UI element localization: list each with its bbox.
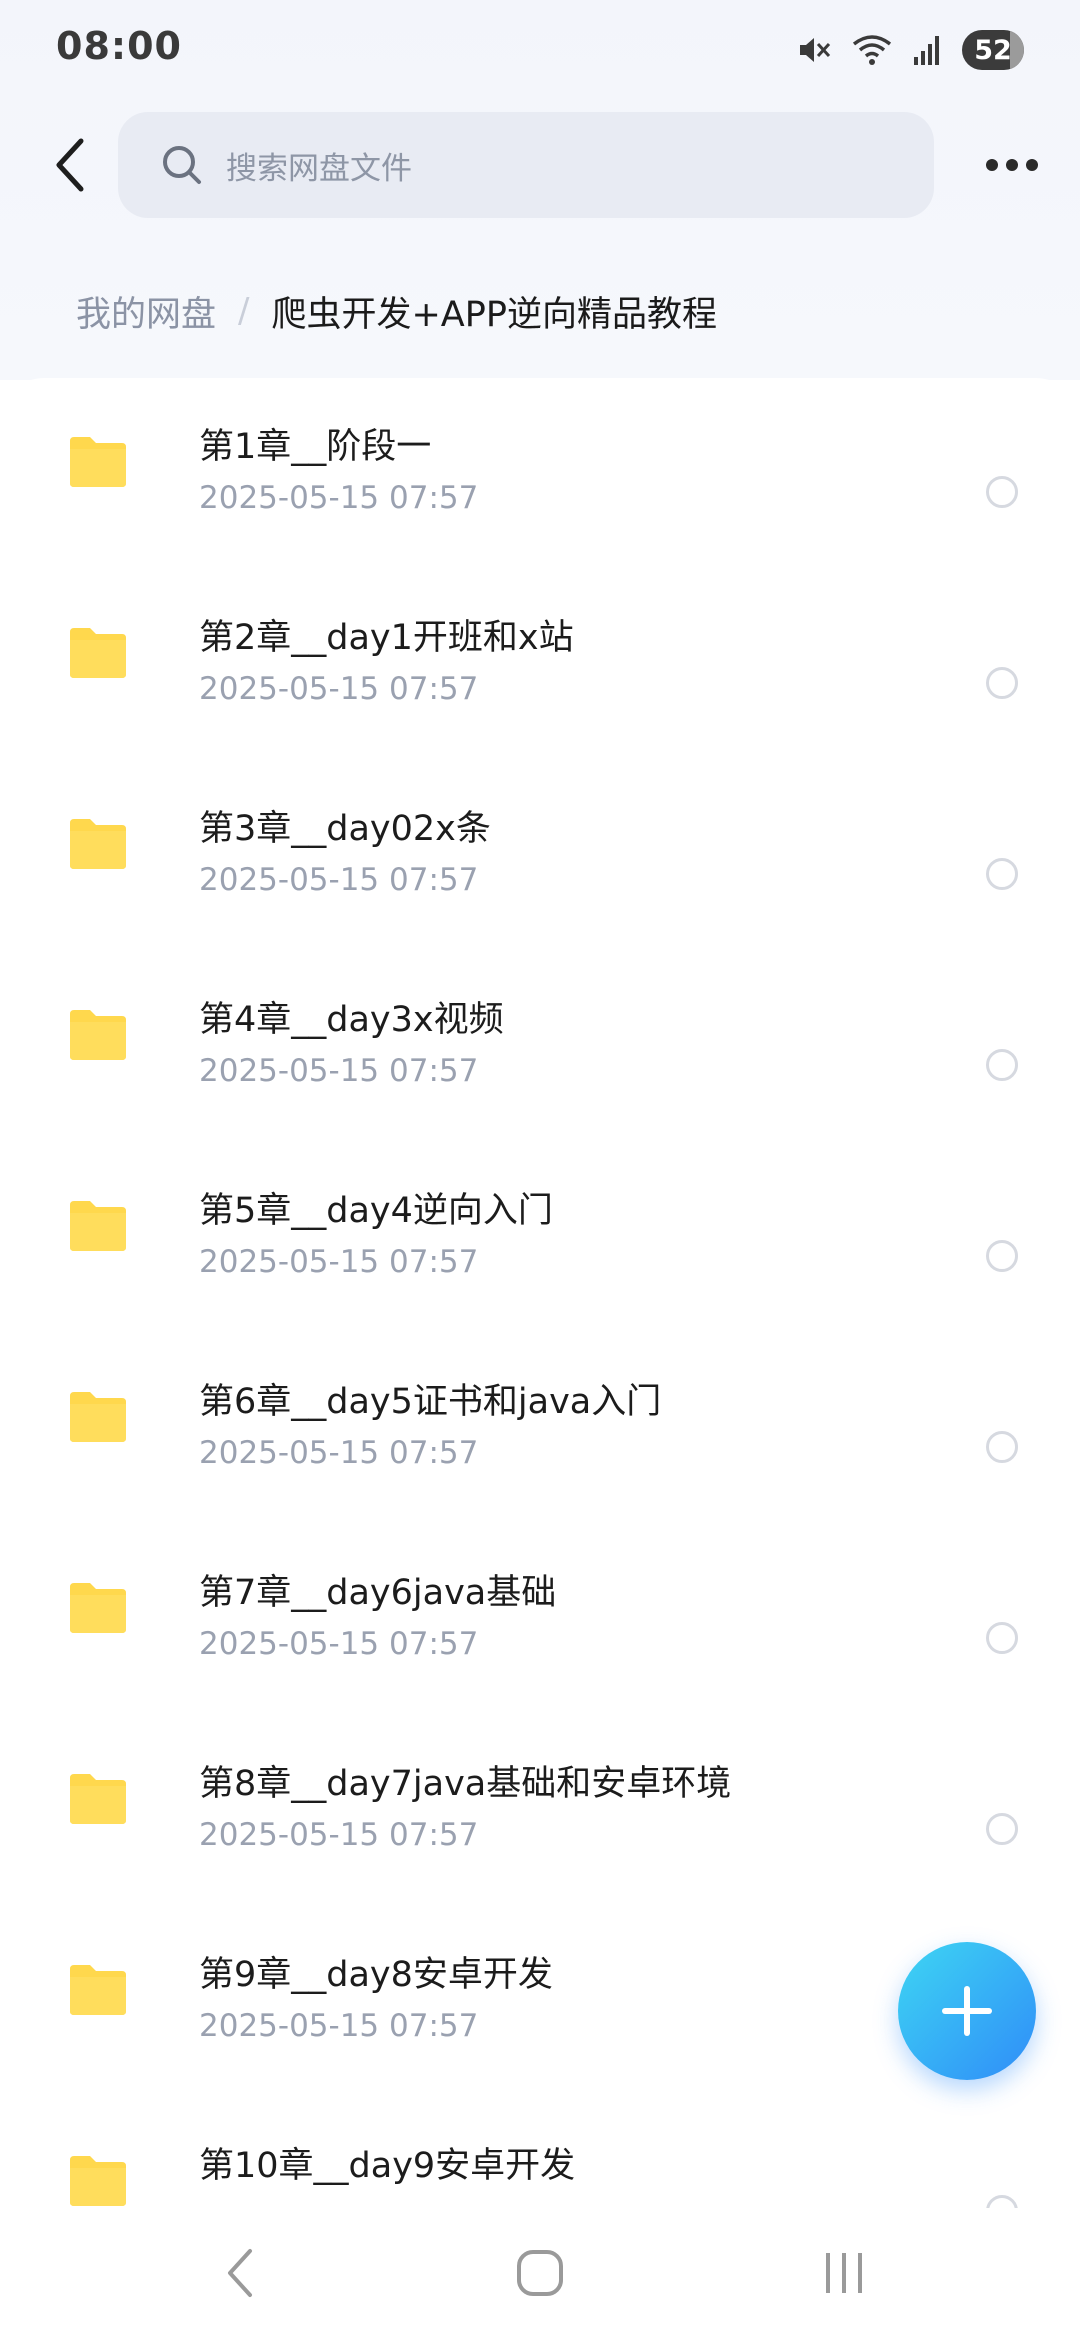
back-button[interactable] [36,130,106,200]
file-name: 第4章__day3x视频 [199,1000,504,1040]
breadcrumb-root[interactable]: 我的网盘 [76,286,216,337]
select-checkbox[interactable] [986,1240,1018,1272]
folder-icon [70,2156,126,2206]
list-item[interactable]: 第7章__day6java基础 2025-05-15 07:57 [0,1524,1080,1715]
list-item[interactable]: 第8章__day7java基础和安卓环境 2025-05-15 07:57 [0,1715,1080,1906]
mute-icon [800,38,831,62]
list-item[interactable]: 第1章__阶段一 2025-05-15 07:57 [0,378,1080,569]
file-time: 2025-05-15 07:57 [199,862,479,898]
list-item[interactable]: 第4章__day3x视频 2025-05-15 07:57 [0,951,1080,1142]
file-name: 第10章__day9安卓开发 [199,2146,576,2186]
folder-icon [70,1201,126,1251]
more-options-button[interactable] [972,130,1052,200]
list-item[interactable]: 第6章__day5证书和java入门 2025-05-15 07:57 [0,1333,1080,1524]
folder-icon [70,1010,126,1060]
file-name: 第3章__day02x条 [199,809,491,849]
list-item[interactable]: 第10章__day9安卓开发 [0,2097,1080,2208]
status-time: 08:00 [56,24,182,68]
select-checkbox[interactable] [986,1813,1018,1845]
battery-indicator: 52 [962,30,1024,70]
nav-back-button[interactable] [200,2238,280,2308]
folder-icon [70,1774,126,1824]
breadcrumb: 我的网盘 / 爬虫开发+APP逆向精品教程 [76,286,717,336]
add-button[interactable] [898,1942,1036,2080]
header: 搜索网盘文件 [0,110,1080,220]
folder-icon [70,628,126,678]
search-input[interactable]: 搜索网盘文件 [118,112,934,218]
more-dot [1026,159,1038,171]
more-dots-icon [986,159,998,171]
select-checkbox[interactable] [986,476,1018,508]
plus-icon [942,1986,992,2036]
select-checkbox[interactable] [986,1049,1018,1081]
folder-icon [70,819,126,869]
file-time: 2025-05-15 07:57 [199,1244,479,1280]
file-list: 第1章__阶段一 2025-05-15 07:57 第2章__day1开班和x站… [0,378,1080,2208]
file-time: 2025-05-15 07:57 [199,1435,479,1471]
battery-fill [1010,30,1024,70]
folder-icon [70,437,126,487]
select-checkbox[interactable] [986,667,1018,699]
file-time: 2025-05-15 07:57 [199,1626,479,1662]
list-item[interactable]: 第3章__day02x条 2025-05-15 07:57 [0,760,1080,951]
back-arrow-icon [56,138,84,192]
file-time: 2025-05-15 07:57 [199,1053,479,1089]
select-checkbox[interactable] [986,1622,1018,1654]
system-nav-bar [0,2208,1080,2340]
folder-icon [70,1965,126,2015]
file-time: 2025-05-15 07:57 [199,2008,479,2044]
file-name: 第9章__day8安卓开发 [199,1955,553,1995]
search-placeholder: 搜索网盘文件 [226,150,412,187]
folder-icon [70,1392,126,1442]
file-name: 第5章__day4逆向入门 [199,1191,553,1231]
signal-icon [914,36,939,65]
list-item[interactable]: 第5章__day4逆向入门 2025-05-15 07:57 [0,1142,1080,1333]
file-name: 第6章__day5证书和java入门 [199,1382,662,1422]
select-checkbox[interactable] [986,858,1018,890]
select-checkbox[interactable] [986,2195,1018,2208]
file-name: 第7章__day6java基础 [199,1573,557,1613]
breadcrumb-current: 爬虫开发+APP逆向精品教程 [271,294,717,335]
wifi-icon [852,35,892,65]
nav-recents-button[interactable] [804,2238,884,2308]
nav-home-button[interactable] [500,2238,580,2308]
file-time: 2025-05-15 07:57 [199,480,479,516]
file-time: 2025-05-15 07:57 [199,1817,479,1853]
nav-recents-icon [826,2253,862,2293]
list-item[interactable]: 第2章__day1开班和x站 2025-05-15 07:57 [0,569,1080,760]
more-dot [1006,159,1018,171]
file-name: 第2章__day1开班和x站 [199,618,574,658]
breadcrumb-separator: / [238,291,250,331]
search-icon [163,146,201,184]
file-time: 2025-05-15 07:57 [199,671,479,707]
file-name: 第8章__day7java基础和安卓环境 [199,1764,732,1804]
nav-home-icon [517,2250,563,2296]
folder-icon [70,1583,126,1633]
status-bar: 08:00 52 [0,0,1080,100]
status-icons: 52 [796,26,1024,74]
select-checkbox[interactable] [986,1431,1018,1463]
file-name: 第1章__阶段一 [199,427,432,467]
battery-level: 52 [974,34,1012,66]
nav-back-icon [228,2249,252,2297]
screen: 08:00 52 搜索网盘文件 我的网盘 / 爬虫开发+APP逆向精品教程 第1… [0,0,1080,2340]
